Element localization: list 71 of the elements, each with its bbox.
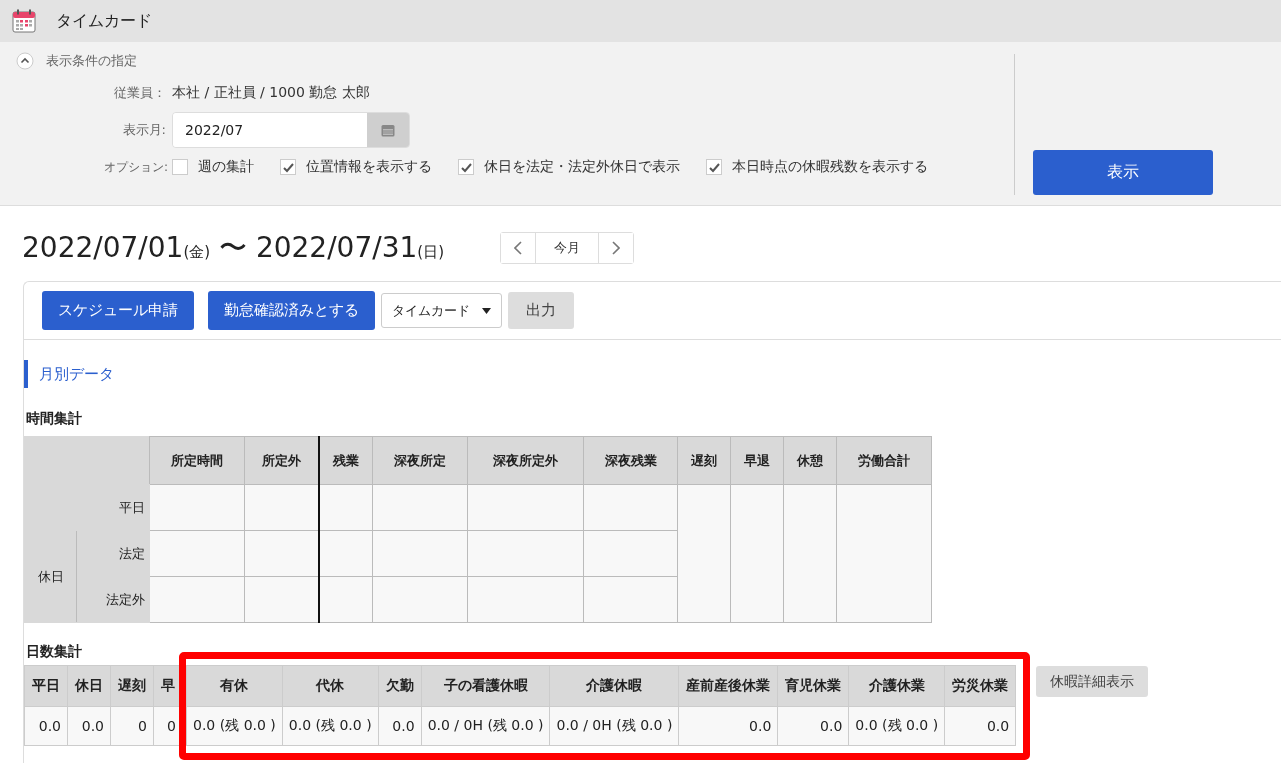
table-cell: [319, 530, 373, 577]
checkbox[interactable]: [706, 159, 722, 175]
action-button[interactable]: 勤怠確認済みとする: [208, 291, 375, 330]
table-cell: 0.0: [944, 706, 1016, 746]
page-title: タイムカード: [56, 10, 152, 32]
format-select[interactable]: タイムカード: [381, 293, 502, 328]
table-cell: 0.0 (残 0.0 ): [848, 706, 945, 746]
calendar-icon: [12, 9, 36, 33]
column-header: 早退: [730, 436, 784, 485]
table-cell: 0.0 (残 0.0 ): [186, 706, 283, 746]
table-cell: 0.0: [777, 706, 849, 746]
checkbox[interactable]: [280, 159, 296, 175]
section-toggle-label: 表示条件の指定: [46, 52, 137, 70]
chevron-left-icon: [514, 241, 522, 255]
option-label: 休日を法定・法定外休日で表示: [484, 158, 680, 176]
table-cell: [319, 484, 373, 531]
row-header: 法定: [76, 530, 150, 577]
options-label: オプション:: [102, 158, 169, 176]
table-cell: [319, 576, 373, 623]
column-header: 平日: [24, 665, 68, 707]
option-label: 位置情報を表示する: [306, 158, 432, 176]
column-header: 深夜所定: [372, 436, 468, 485]
table-cell: 0.0: [378, 706, 422, 746]
option-label: 本日時点の休暇残数を表示する: [732, 158, 928, 176]
display-button[interactable]: 表示: [1033, 150, 1213, 195]
table-cell: 0.0 (残 0.0 ): [282, 706, 379, 746]
table-cell: 0.0: [67, 706, 111, 746]
column-header: 産前産後休業: [678, 665, 778, 707]
column-header: 労災休業: [944, 665, 1016, 707]
row-header: 平日: [24, 484, 150, 531]
column-header: 子の看護休暇: [421, 665, 550, 707]
option-label: 週の集計: [198, 158, 254, 176]
checkbox[interactable]: [172, 159, 188, 175]
row-header: 休日: [24, 530, 77, 623]
table-title: 日数集計: [26, 643, 83, 661]
table-cell: 0: [110, 706, 154, 746]
column-header: 介護休業: [848, 665, 945, 707]
column-header: 遅刻: [677, 436, 731, 485]
column-header: 深夜所定外: [467, 436, 584, 485]
table-cell: 0.0 / 0H (残 0.0 ): [550, 706, 679, 746]
column-header: 深夜残業: [583, 436, 678, 485]
collapse-icon[interactable]: [16, 52, 34, 70]
column-header: 所定外: [244, 436, 319, 485]
column-header: 有休: [186, 665, 283, 707]
column-header: 残業: [319, 436, 373, 485]
leave-detail-button[interactable]: 休暇詳細表示: [1036, 666, 1149, 697]
checkbox[interactable]: [458, 159, 474, 175]
chevron-right-icon: [612, 241, 620, 255]
column-header: 所定時間: [149, 436, 245, 485]
table-cell: 0.0: [678, 706, 778, 746]
date-range: 2022/07/01(金) 〜 2022/07/31(日): [22, 230, 444, 266]
column-header: 休日: [67, 665, 111, 707]
employee-label: 従業員：: [113, 84, 167, 102]
column-header: 休憩: [783, 436, 837, 485]
column-header: 介護休暇: [550, 665, 679, 707]
column-header: 労働合計: [836, 436, 932, 485]
column-header: 欠勤: [378, 665, 422, 707]
employee-value: 本社 / 正社員 / 1000 勤怠 太郎: [172, 84, 370, 102]
row-header: 法定外: [76, 576, 150, 623]
output-button[interactable]: 出力: [508, 292, 574, 329]
month-label: 表示月:: [121, 121, 167, 139]
section-title: 月別データ: [24, 360, 1281, 388]
table-cell: 0.0: [24, 706, 68, 746]
caret-icon: [482, 307, 491, 314]
table-title: 時間集計: [26, 410, 83, 428]
current-month-button[interactable]: 今月: [535, 233, 599, 263]
column-header: 代休: [282, 665, 379, 707]
table-cell: 0.0 / 0H (残 0.0 ): [421, 706, 550, 746]
column-header: 育児休業: [777, 665, 849, 707]
action-button[interactable]: スケジュール申請: [42, 291, 194, 330]
column-header: 遅刻: [110, 665, 154, 707]
